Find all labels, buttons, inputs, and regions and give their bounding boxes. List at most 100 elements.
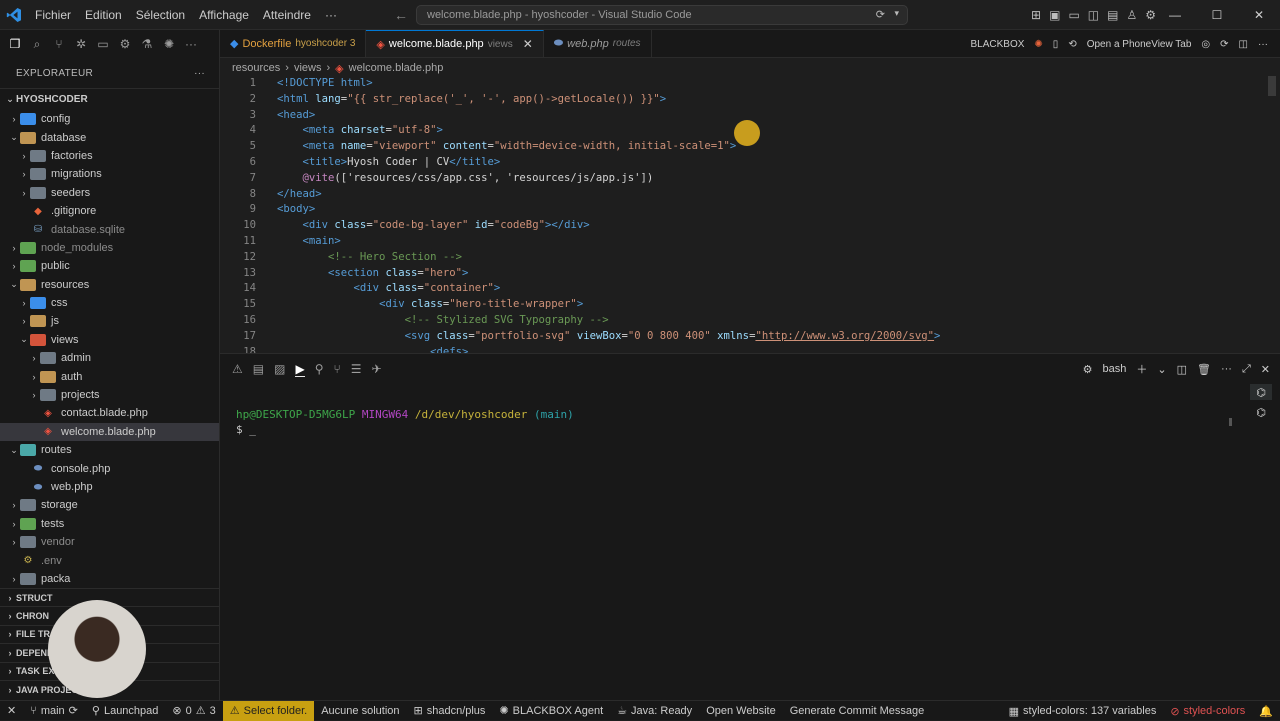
- remote-icon[interactable]: ✕: [0, 701, 23, 721]
- java-status[interactable]: ☕ Java: Ready: [610, 701, 699, 721]
- maximize-panel-icon[interactable]: ⤢: [1242, 363, 1251, 376]
- tree-item[interactable]: ⛁ database.sqlite: [0, 220, 219, 238]
- phoneview-button[interactable]: Open a PhoneView Tab: [1087, 39, 1192, 50]
- chevron-down-icon[interactable]: ▾: [894, 8, 899, 19]
- problems-status[interactable]: ⊗ 0 ⚠ 3: [165, 701, 222, 721]
- menu-more[interactable]: ···: [318, 0, 344, 30]
- extensions-icon[interactable]: ⚙: [118, 37, 132, 51]
- styled-colors-vars[interactable]: ▦ styled-colors: 137 variables: [1002, 701, 1164, 721]
- maximize-icon[interactable]: ☐: [1196, 0, 1238, 30]
- terminal-instance-icon[interactable]: ⌬: [1250, 404, 1272, 420]
- tab-dockerfile[interactable]: ◆ Dockerfile hyoshcoder 3: [220, 30, 367, 57]
- tree-item[interactable]: ⌄ database: [0, 128, 219, 146]
- editor-scrollbar[interactable]: [1268, 76, 1276, 96]
- comments-icon[interactable]: ☰: [351, 362, 362, 376]
- run-debug-icon[interactable]: ✲: [74, 37, 88, 51]
- tree-item[interactable]: ◆ .gitignore: [0, 202, 219, 220]
- tree-item[interactable]: ◈ welcome.blade.php: [0, 422, 219, 442]
- styled-colors-status[interactable]: ⊘ styled-colors: [1163, 701, 1252, 721]
- menu-atteindre[interactable]: Atteindre: [256, 0, 318, 30]
- notifications-icon[interactable]: 🔔: [1252, 701, 1280, 721]
- tree-item[interactable]: ◈ contact.blade.php: [0, 404, 219, 422]
- tree-item[interactable]: › projects: [0, 386, 219, 404]
- gitlens-icon[interactable]: ⑂: [333, 362, 340, 376]
- menu-fichier[interactable]: Fichier: [28, 0, 78, 30]
- project-header[interactable]: ⌄ HYOSHCODER: [0, 88, 219, 110]
- tree-item[interactable]: ⌄ routes: [0, 441, 219, 459]
- blackbox-button[interactable]: BLACKBOX: [970, 39, 1024, 50]
- source-control-icon[interactable]: ⑂: [52, 37, 66, 51]
- launchpad-status[interactable]: ⚲ Launchpad: [85, 701, 166, 721]
- blackbox-star-icon[interactable]: ✺: [1034, 39, 1042, 50]
- tree-item[interactable]: ⚙ .env: [0, 551, 219, 569]
- close-panel-icon[interactable]: ✕: [1261, 363, 1270, 376]
- explorer-icon[interactable]: ❐: [8, 37, 22, 51]
- timeline-icon[interactable]: ⟳: [1220, 39, 1228, 50]
- back-arrow-icon[interactable]: ←: [394, 7, 408, 23]
- command-center-search[interactable]: welcome.blade.php - hyoshcoder - Visual …: [416, 5, 908, 25]
- phone-icon[interactable]: ▯: [1053, 39, 1059, 50]
- problems-icon[interactable]: ⚠: [232, 362, 243, 376]
- tree-item[interactable]: › node_modules: [0, 239, 219, 257]
- blackbox-panel-icon[interactable]: ✈: [371, 362, 381, 376]
- tree-item[interactable]: › storage: [0, 496, 219, 514]
- tree-item[interactable]: ⌄ views: [0, 331, 219, 349]
- history-icon[interactable]: ⟲: [1068, 39, 1076, 50]
- customize-layout-icon[interactable]: ▤: [1107, 8, 1118, 22]
- more-actions-icon[interactable]: ···: [1258, 39, 1268, 50]
- terminal-output[interactable]: hp@DESKTOP-D5MG6LP MINGW64 /d/dev/hyoshc…: [236, 407, 574, 437]
- new-terminal-icon[interactable]: ＋: [1136, 361, 1147, 377]
- breadcrumb-file[interactable]: welcome.blade.php: [349, 62, 444, 74]
- split-terminal-icon[interactable]: ◫: [1177, 363, 1187, 376]
- extensions-grid-icon[interactable]: ⊞: [1031, 8, 1041, 22]
- shadcn-status[interactable]: ⊞ shadcn/plus: [407, 701, 493, 721]
- search-icon[interactable]: ⌕: [30, 37, 44, 52]
- tree-item[interactable]: › factories: [0, 147, 219, 165]
- tree-item[interactable]: › css: [0, 294, 219, 312]
- chevron-down-icon[interactable]: ⌄: [1157, 363, 1166, 376]
- explorer-more-icon[interactable]: ···: [194, 68, 205, 79]
- terminal-shell-name[interactable]: bash: [1103, 363, 1127, 375]
- solution-status[interactable]: Aucune solution: [314, 701, 406, 721]
- account-icon[interactable]: ♙: [1126, 8, 1137, 22]
- toggle-panel-icon[interactable]: ▭: [1068, 8, 1079, 22]
- generate-commit-button[interactable]: Generate Commit Message: [783, 701, 932, 721]
- more-views-icon[interactable]: ···: [184, 37, 198, 51]
- tree-item[interactable]: › seeders: [0, 184, 219, 202]
- copilot-icon[interactable]: ◎: [1201, 39, 1210, 50]
- kill-terminal-icon[interactable]: 🗑: [1197, 363, 1211, 376]
- tree-item[interactable]: ⬬ web.php: [0, 478, 219, 496]
- copilot-icon[interactable]: ⟳: [876, 8, 885, 21]
- tree-item[interactable]: › config: [0, 110, 219, 128]
- terminal-scrollbar[interactable]: [1229, 418, 1232, 426]
- tree-item[interactable]: ⌄ resources: [0, 276, 219, 294]
- tree-item[interactable]: › js: [0, 312, 219, 330]
- tab-welcome-blade[interactable]: ◈ welcome.blade.php views ✕: [366, 30, 544, 57]
- select-folder-status[interactable]: ⚠ Select folder.: [222, 700, 315, 721]
- menu-edition[interactable]: Edition: [78, 0, 129, 30]
- tree-item[interactable]: › vendor: [0, 533, 219, 551]
- remote-explorer-icon[interactable]: ▭: [96, 37, 110, 51]
- blackbox-agent-status[interactable]: ✺ BLACKBOX Agent: [492, 701, 610, 721]
- blackbox-icon[interactable]: ✺: [162, 37, 176, 51]
- toggle-sidebar-icon[interactable]: ▣: [1049, 8, 1060, 22]
- breadcrumb-views[interactable]: views: [294, 62, 322, 74]
- code-editor[interactable]: 1 <!DOCTYPE html> 2 <html lang="{{ str_repl…: [220, 76, 1280, 353]
- breadcrumb-resources[interactable]: resources: [232, 62, 280, 74]
- tab-web-php[interactable]: ⬬ web.php routes: [544, 30, 652, 57]
- output-icon[interactable]: ▤: [253, 362, 264, 376]
- minimize-icon[interactable]: —: [1154, 0, 1196, 30]
- split-editor-icon[interactable]: ◫: [1239, 39, 1248, 50]
- branch-status[interactable]: ⑂ main ⟳: [23, 701, 85, 721]
- debug-console-icon[interactable]: ▨: [274, 362, 285, 376]
- menu-affichage[interactable]: Affichage: [192, 0, 256, 30]
- more-actions-icon[interactable]: ···: [1221, 363, 1232, 375]
- tree-item[interactable]: › auth: [0, 367, 219, 385]
- tree-item[interactable]: › migrations: [0, 165, 219, 183]
- tree-item[interactable]: › tests: [0, 515, 219, 533]
- open-website-button[interactable]: Open Website: [699, 701, 783, 721]
- tree-item[interactable]: › admin: [0, 349, 219, 367]
- testing-icon[interactable]: ⚗: [140, 37, 154, 51]
- close-tab-icon[interactable]: ✕: [523, 37, 533, 51]
- terminal-icon[interactable]: ▶: [295, 362, 305, 377]
